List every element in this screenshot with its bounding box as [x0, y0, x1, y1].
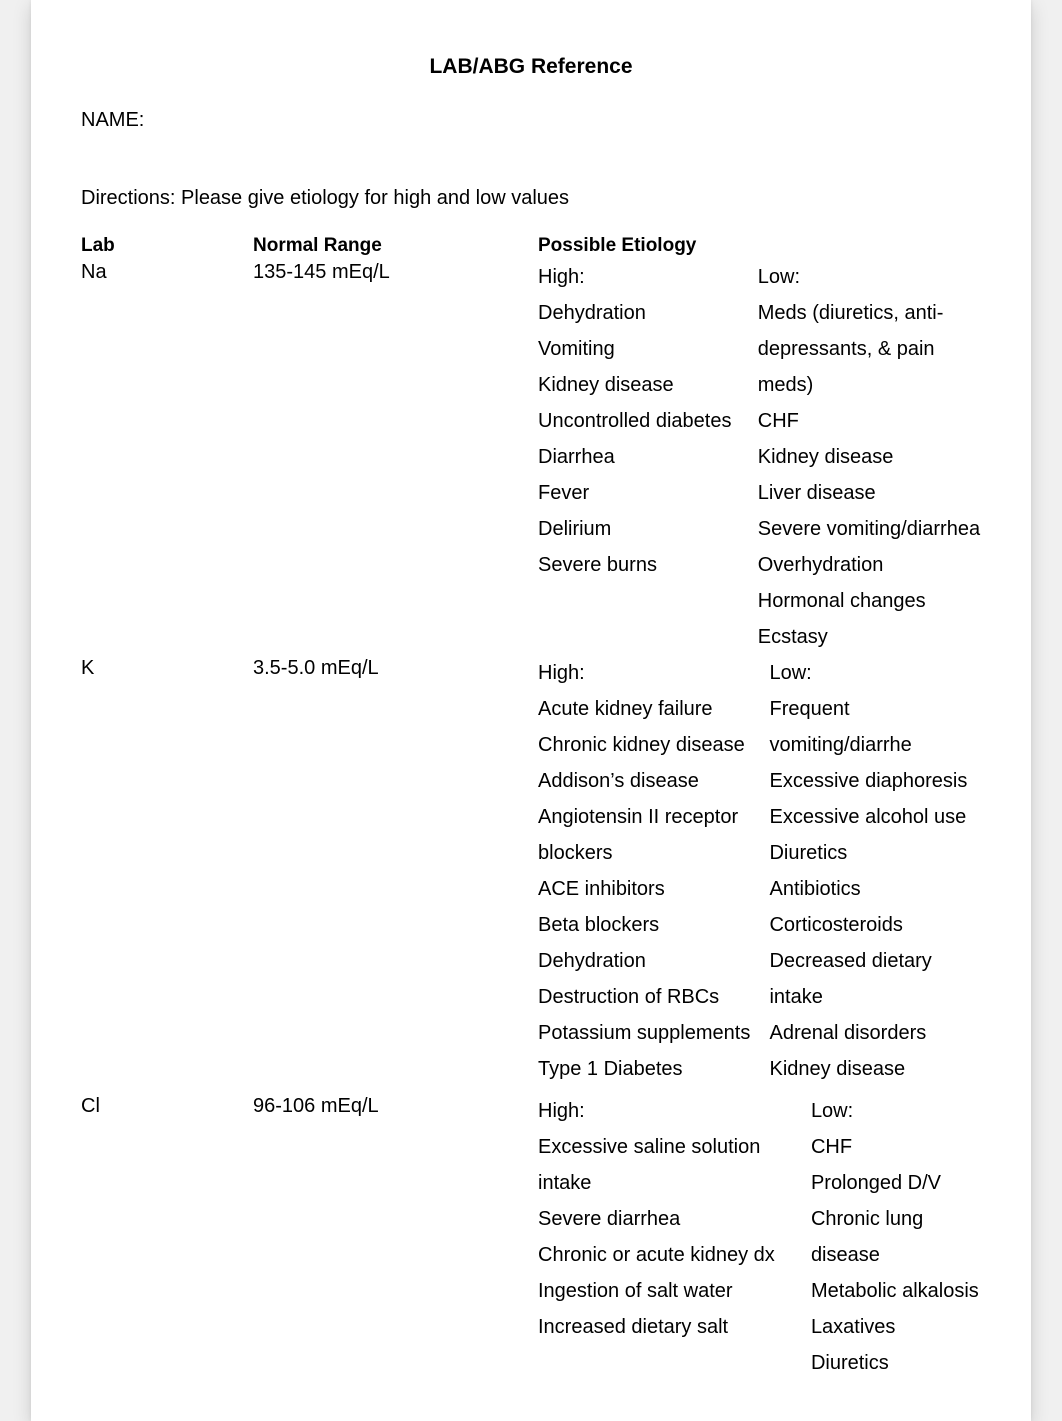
- etiology-item: Fever: [538, 475, 740, 511]
- etiology-item: Liver disease: [758, 475, 981, 511]
- etiology-item: Kidney disease: [769, 1051, 981, 1087]
- etiology-item: CHF: [811, 1129, 981, 1165]
- etiology-item: Addison’s disease: [538, 763, 751, 799]
- col-header-range: Normal Range: [253, 235, 538, 259]
- etiology-item: Kidney disease: [758, 439, 981, 475]
- etiology-item: Excessive saline solution: [538, 1129, 793, 1165]
- lab-table: Lab Normal Range Possible Etiology Na 13…: [81, 235, 981, 1381]
- etiology-item: Excessive diaphoresis: [769, 763, 981, 799]
- etiology-item: Diuretics: [769, 835, 981, 871]
- name-label: NAME:: [81, 109, 981, 132]
- etiology-item: Vomiting: [538, 331, 740, 367]
- page-title: LAB/ABG Reference: [81, 55, 981, 79]
- etiology-item: Dehydration: [538, 295, 740, 331]
- lab-name: Cl: [81, 1093, 253, 1381]
- lab-name: K: [81, 655, 253, 1087]
- high-column: High: Acute kidney failure Chronic kidne…: [538, 655, 751, 1087]
- etiology-item: Angiotensin II receptor: [538, 799, 751, 835]
- low-label: Low:: [758, 259, 981, 295]
- etiology-item: Hormonal changes: [758, 583, 981, 619]
- etiology-item: Uncontrolled diabetes: [538, 403, 740, 439]
- etiology-item: Antibiotics: [769, 871, 981, 907]
- etiology-item: CHF: [758, 403, 981, 439]
- etiology-item: Frequent vomiting/diarrhe: [769, 691, 981, 763]
- low-label: Low:: [811, 1093, 981, 1129]
- low-column: Low: Frequent vomiting/diarrhe Excessive…: [769, 655, 981, 1087]
- etiology-item: Diuretics: [811, 1345, 981, 1381]
- high-label: High:: [538, 259, 740, 295]
- normal-range: 96-106 mEq/L: [253, 1093, 538, 1381]
- etiology-cell: High: Acute kidney failure Chronic kidne…: [538, 655, 981, 1087]
- directions-text: Directions: Please give etiology for hig…: [81, 187, 981, 210]
- normal-range: 3.5-5.0 mEq/L: [253, 655, 538, 1087]
- low-column: Low: Meds (diuretics, anti- depressants,…: [758, 259, 981, 655]
- etiology-item: Corticosteroids: [769, 907, 981, 943]
- etiology-item: Ingestion of salt water: [538, 1273, 793, 1309]
- etiology-item: depressants, & pain meds): [758, 331, 981, 403]
- normal-range: 135-145 mEq/L: [253, 259, 538, 655]
- low-label: Low:: [769, 655, 981, 691]
- etiology-item: intake: [538, 1165, 793, 1201]
- etiology-item: Severe burns: [538, 547, 740, 583]
- etiology-item: Severe vomiting/diarrhea: [758, 511, 981, 547]
- etiology-item: Diarrhea: [538, 439, 740, 475]
- etiology-item: Chronic lung disease: [811, 1201, 981, 1273]
- high-label: High:: [538, 655, 751, 691]
- high-label: High:: [538, 1093, 793, 1129]
- etiology-item: Ecstasy: [758, 619, 981, 655]
- etiology-cell: High: Excessive saline solution intake S…: [538, 1093, 981, 1381]
- lab-name: Na: [81, 259, 253, 655]
- etiology-item: Acute kidney failure: [538, 691, 751, 727]
- etiology-item: ACE inhibitors: [538, 871, 751, 907]
- etiology-cell: High: Dehydration Vomiting Kidney diseas…: [538, 259, 981, 655]
- high-column: High: Dehydration Vomiting Kidney diseas…: [538, 259, 740, 655]
- col-header-etiology: Possible Etiology: [538, 235, 981, 259]
- etiology-item: Adrenal disorders: [769, 1015, 981, 1051]
- etiology-item: Decreased dietary intake: [769, 943, 981, 1015]
- etiology-item: Destruction of RBCs: [538, 979, 751, 1015]
- etiology-item: Severe diarrhea: [538, 1201, 793, 1237]
- etiology-item: Overhydration: [758, 547, 981, 583]
- high-column: High: Excessive saline solution intake S…: [538, 1093, 793, 1381]
- etiology-item: Type 1 Diabetes: [538, 1051, 751, 1087]
- document-page: LAB/ABG Reference NAME: Directions: Plea…: [31, 0, 1031, 1421]
- etiology-item: Meds (diuretics, anti-: [758, 295, 981, 331]
- etiology-item: Dehydration: [538, 943, 751, 979]
- etiology-item: Prolonged D/V: [811, 1165, 981, 1201]
- low-column: Low: CHF Prolonged D/V Chronic lung dise…: [811, 1093, 981, 1381]
- etiology-item: Potassium supplements: [538, 1015, 751, 1051]
- etiology-item: Laxatives: [811, 1309, 981, 1345]
- etiology-item: Increased dietary salt: [538, 1309, 793, 1345]
- col-header-lab: Lab: [81, 235, 253, 259]
- etiology-item: blockers: [538, 835, 751, 871]
- etiology-item: Delirium: [538, 511, 740, 547]
- etiology-item: Excessive alcohol use: [769, 799, 981, 835]
- etiology-item: Chronic or acute kidney dx: [538, 1237, 793, 1273]
- etiology-item: Metabolic alkalosis: [811, 1273, 981, 1309]
- etiology-item: Beta blockers: [538, 907, 751, 943]
- etiology-item: Kidney disease: [538, 367, 740, 403]
- etiology-item: Chronic kidney disease: [538, 727, 751, 763]
